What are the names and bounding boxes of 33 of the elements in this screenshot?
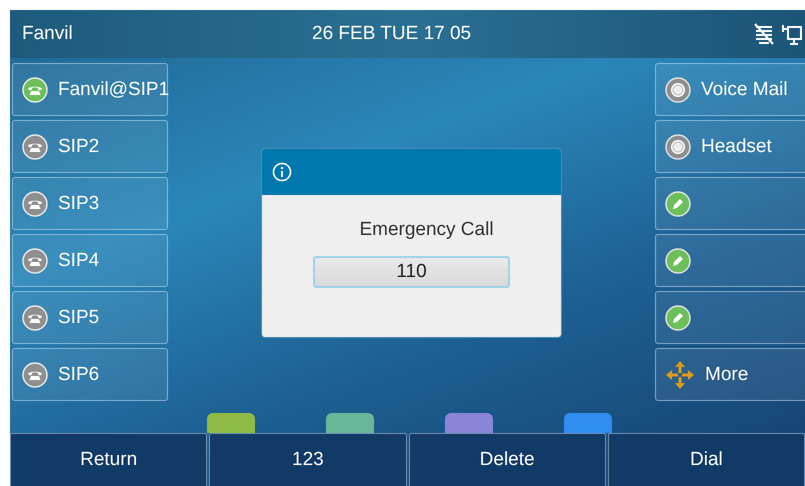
app-icon[interactable]: [207, 413, 255, 433]
pencil-icon: [665, 248, 691, 274]
date-time: 26 FEB TUE 17 05: [312, 23, 472, 45]
dialog-message: Emergency Call: [359, 219, 494, 241]
info-icon: [272, 162, 292, 182]
phone-brand: Fanvil: [22, 23, 74, 45]
softkey[interactable]: Delete: [408, 433, 606, 486]
app-icon[interactable]: [326, 413, 374, 433]
pencil-icon: [665, 304, 691, 330]
radio-icon: [665, 76, 691, 102]
line-key[interactable]: SIP2: [12, 120, 168, 173]
dss-key[interactable]: [655, 291, 805, 344]
line-key[interactable]: SIP5: [12, 291, 168, 344]
lan-icon: [781, 23, 803, 45]
function-key[interactable]: Headset: [655, 120, 805, 173]
dss-key[interactable]: [655, 234, 805, 287]
more-key[interactable]: More: [655, 348, 805, 401]
line-key[interactable]: SIP4: [12, 234, 168, 287]
app-icon[interactable]: [445, 413, 493, 433]
four-arrows-icon: [665, 360, 695, 390]
line-key[interactable]: SIP6: [12, 348, 168, 401]
softkey[interactable]: Return: [10, 433, 208, 486]
line-key[interactable]: Fanvil@SIP1: [12, 63, 168, 116]
softkey[interactable]: 123: [209, 433, 406, 486]
app-icon[interactable]: [564, 413, 612, 433]
softkey[interactable]: Dial: [608, 433, 805, 486]
function-key[interactable]: Voice Mail: [655, 63, 805, 116]
network-disconnected-icon: [753, 23, 775, 45]
dss-key[interactable]: [655, 177, 805, 230]
pencil-icon: [665, 190, 691, 216]
line-key[interactable]: SIP3: [12, 177, 168, 230]
number-field[interactable]: 110: [313, 256, 510, 288]
radio-icon: [665, 134, 691, 160]
